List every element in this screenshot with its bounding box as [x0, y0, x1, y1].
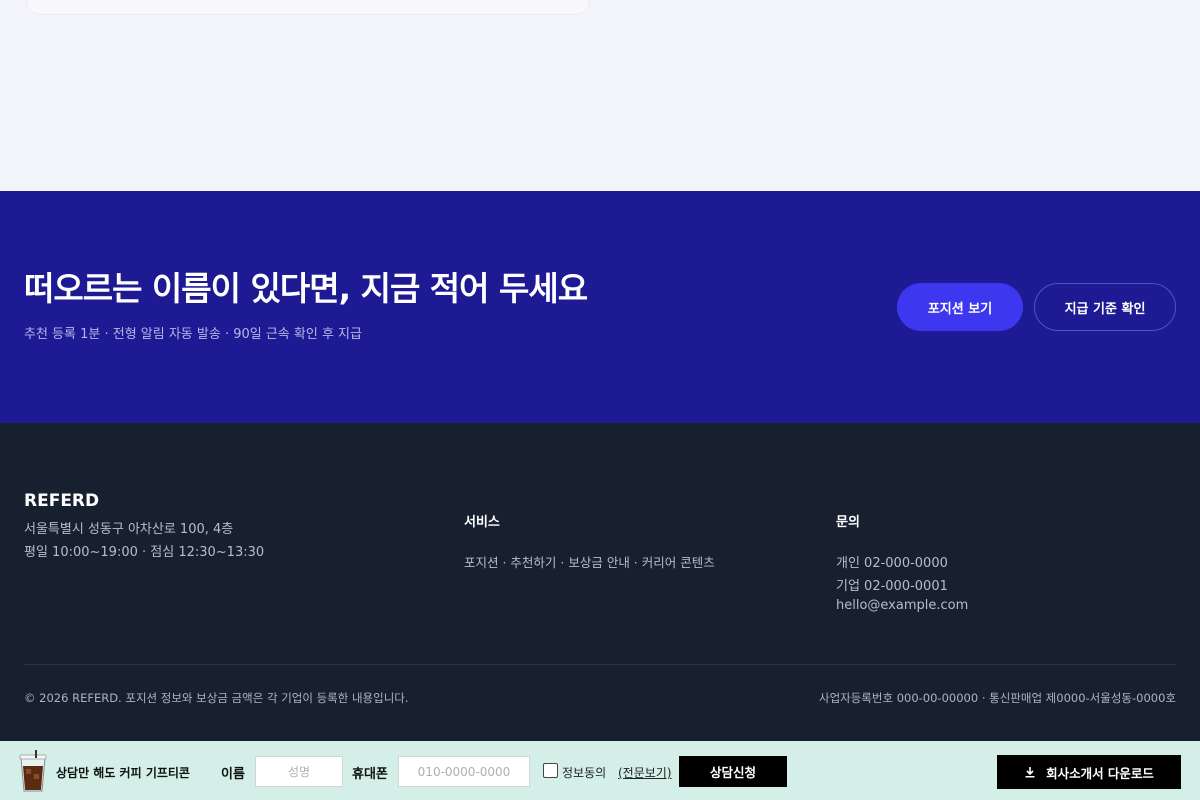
download-button-label: 회사소개서 다운로드: [1046, 765, 1154, 781]
consult-submit-button[interactable]: 상담신청: [679, 756, 787, 787]
footer-services-heading: 서비스: [464, 515, 500, 530]
inquiry-company-phone: 기업 02-000-0001: [836, 579, 948, 594]
name-label: 이름: [221, 767, 245, 782]
page-top-area: [0, 0, 1200, 191]
inquiry-personal-phone: 개인 02-000-0000: [836, 556, 948, 571]
promo-text: 상담만 해도 커피 기프티콘: [56, 766, 190, 780]
download-icon: [1025, 767, 1035, 778]
footer-hours: 평일 10:00~19:00 · 점심 12:30~13:30: [24, 545, 265, 560]
cta-title: 떠오르는 이름이 있다면, 지금 적어 두세요: [24, 269, 588, 308]
footer-business-info: 사업자등록번호 000-00-00000 · 통신판매업 제0000-서울성동-…: [818, 691, 1176, 705]
inquiry-email-link[interactable]: hello@example.com: [836, 598, 968, 613]
content-card: [26, 0, 590, 15]
phone-input[interactable]: [398, 756, 530, 787]
cta-subtitle: 추천 등록 1분 · 전형 알림 자동 발송 · 90일 근속 확인 후 지급: [24, 327, 362, 342]
footer-brand: REFERD: [24, 491, 100, 511]
view-terms-link[interactable]: (전문보기): [618, 764, 672, 781]
iced-coffee-cup-icon: [19, 750, 47, 792]
footer-copyright: © 2026 REFERD. 포지션 정보와 보상금 금액은 각 기업이 등록한…: [24, 691, 409, 705]
payment-criteria-button[interactable]: 지급 기준 확인: [1034, 283, 1176, 331]
name-input[interactable]: [255, 756, 343, 787]
footer-address: 서울특별시 성동구 아차산로 100, 4층: [24, 522, 234, 537]
footer-service-links[interactable]: 포지션 · 추천하기 · 보상금 안내 · 커리어 콘텐츠: [464, 552, 715, 571]
footer-divider: [24, 664, 1176, 665]
phone-label: 휴대폰: [352, 767, 388, 782]
agree-checkbox[interactable]: [543, 763, 558, 778]
company-profile-download-button[interactable]: 회사소개서 다운로드: [997, 755, 1181, 789]
view-positions-button[interactable]: 포지션 보기: [897, 283, 1023, 331]
footer-inquiry-heading: 문의: [836, 515, 860, 530]
agree-label: 정보동의: [562, 766, 607, 780]
